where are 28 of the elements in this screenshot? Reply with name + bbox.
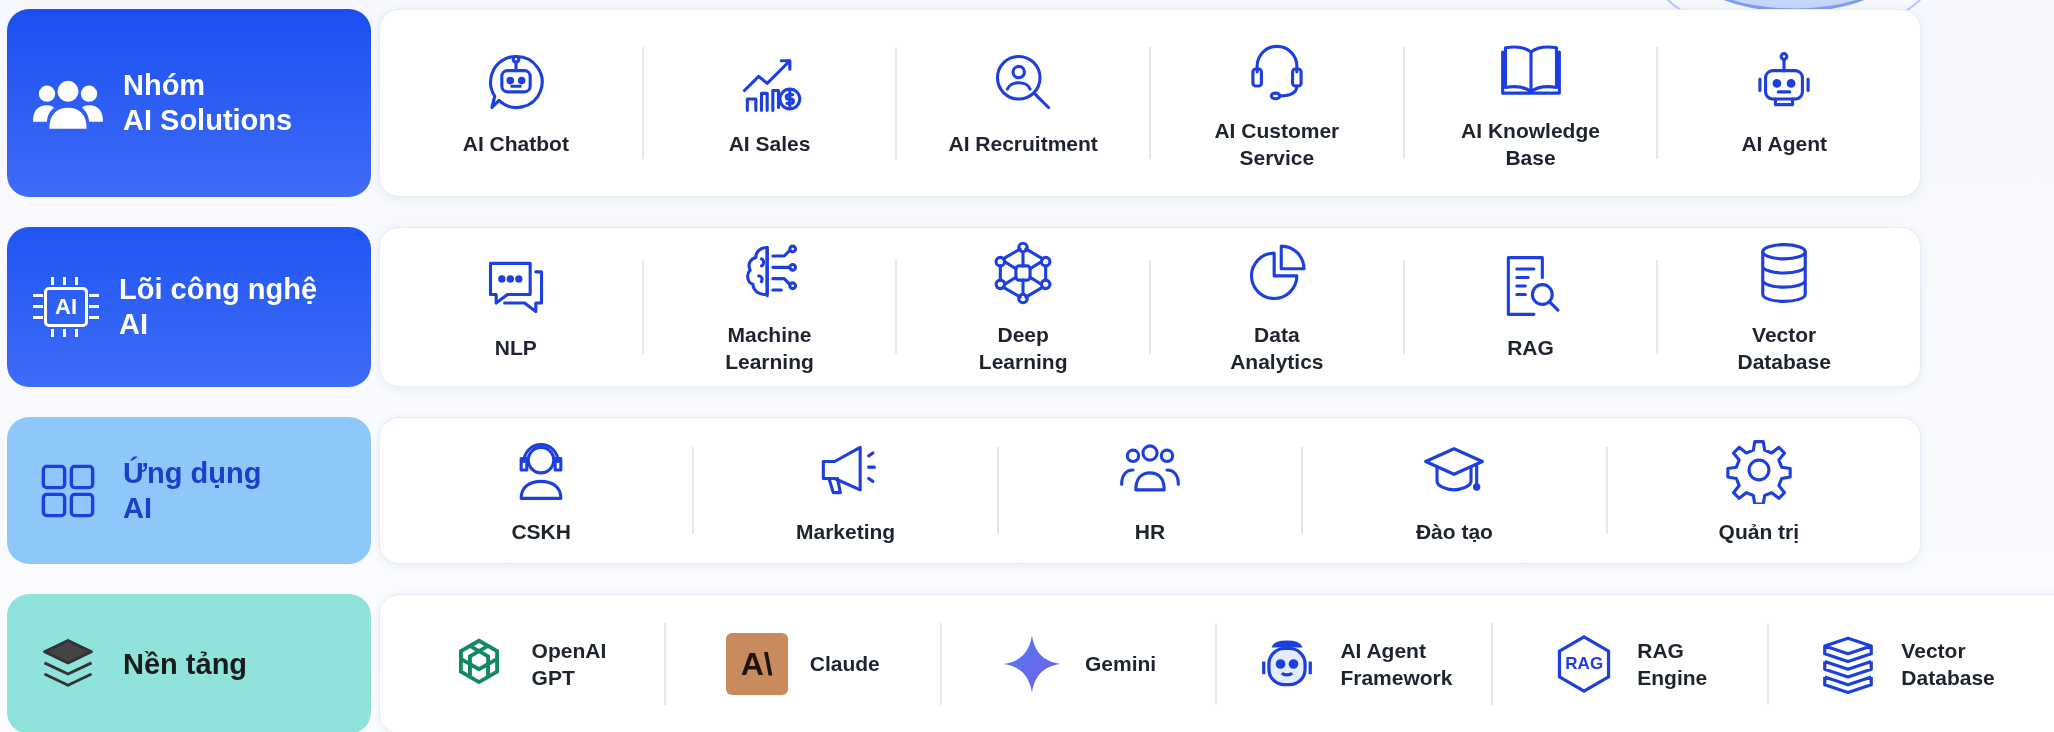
item-label: OpenAI GPT xyxy=(531,637,607,691)
item-label: CSKH xyxy=(511,518,571,545)
item-label: AI Customer Service xyxy=(1214,117,1340,171)
item-label: RAG Engine xyxy=(1637,637,1708,691)
category-title: Ứng dụng AI xyxy=(123,455,262,526)
item-label: Machine Learning xyxy=(725,321,814,375)
item-label: Vector Database xyxy=(1901,637,1995,691)
item-label: Quản trị xyxy=(1718,518,1800,545)
item-label: AI Knowledge Base xyxy=(1461,117,1600,171)
item-label: AI Sales xyxy=(728,131,811,158)
item-label: AI Recruitment xyxy=(948,131,1098,158)
category-title: Nền tảng xyxy=(123,646,248,682)
item-label: AI Chatbot xyxy=(462,131,569,158)
item-label: Đào tạo xyxy=(1415,518,1493,545)
item-label: AI Agent Framework xyxy=(1340,637,1453,691)
item-label: Vector Database xyxy=(1737,321,1831,375)
item-label: Gemini xyxy=(1084,651,1157,678)
item-label: Claude xyxy=(809,651,880,678)
category-title: Lõi công nghệ AI xyxy=(119,272,318,342)
item-label: Deep Learning xyxy=(978,321,1068,375)
item-label: NLP xyxy=(494,335,537,362)
item-label: AI Agent xyxy=(1741,131,1827,158)
item-label: Data Analytics xyxy=(1230,321,1324,375)
category-title: Nhóm AI Solutions xyxy=(123,68,293,138)
claude-logo-icon: A\ xyxy=(725,633,788,695)
item-label: HR xyxy=(1134,518,1166,545)
item-label: RAG xyxy=(1507,335,1554,362)
item-label: Marketing xyxy=(796,518,896,545)
